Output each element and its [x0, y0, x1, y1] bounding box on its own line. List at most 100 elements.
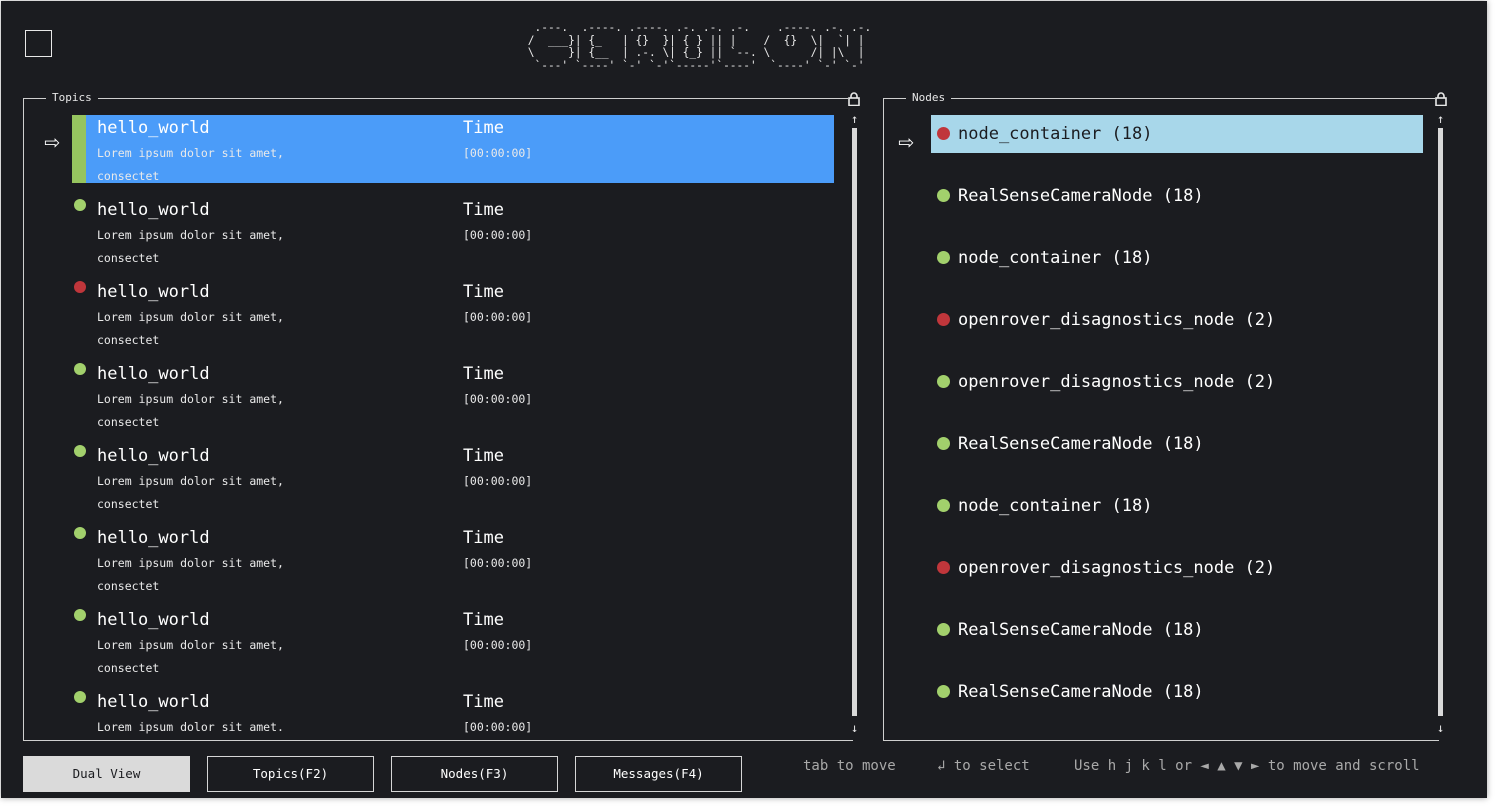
node-list-item[interactable]: RealSenseCameraNode (18)	[931, 673, 1423, 711]
status-dot-icon	[74, 199, 86, 211]
topic-list-item[interactable]: hello_world Lorem ipsum dolor sit amet, c…	[72, 115, 834, 183]
topic-time-value: [00:00:00]	[463, 228, 533, 242]
node-list-item[interactable]: openrover_disagnostics_node (2)	[931, 363, 1423, 401]
status-dot-icon	[937, 375, 950, 388]
topic-list-item[interactable]: hello_world Lorem ipsum dolor sit amet, c…	[72, 279, 834, 347]
scroll-down-icon[interactable]: ↓	[851, 722, 858, 734]
right-arrow-icon: ⇨	[44, 127, 60, 157]
topic-time-value: [00:00:00]	[463, 638, 533, 652]
topic-time-value: [00:00:00]	[463, 556, 533, 570]
lock-icon[interactable]	[848, 91, 860, 107]
topic-name: hello_world	[97, 282, 210, 302]
nodes-panel: Nodes ↑ ↓ ⇨ node_container (18) RealSense…	[883, 91, 1447, 741]
topic-time-label: Time	[463, 610, 504, 630]
node-label: RealSenseCameraNode (18)	[958, 434, 1204, 454]
status-dot-icon	[74, 609, 86, 621]
status-dot-icon	[74, 363, 86, 375]
tab-dual-view[interactable]: Dual View	[23, 756, 190, 792]
node-label: RealSenseCameraNode (18)	[958, 186, 1204, 206]
topic-time-label: Time	[463, 446, 504, 466]
lock-icon[interactable]	[1435, 91, 1447, 107]
node-label: openrover_disagnostics_node (2)	[958, 310, 1276, 330]
scroll-up-icon[interactable]: ↑	[1437, 113, 1444, 125]
topics-scrollbar[interactable]	[852, 128, 857, 716]
topic-list-item[interactable]: hello_world Lorem ipsum dolor sit amet, c…	[72, 361, 834, 429]
scroll-down-icon[interactable]: ↓	[1437, 722, 1444, 734]
topics-panel-title: Topics	[46, 91, 98, 105]
node-label: openrover_disagnostics_node (2)	[958, 372, 1276, 392]
node-list-item[interactable]: node_container (18)	[931, 487, 1423, 525]
node-label: RealSenseCameraNode (18)	[958, 682, 1204, 702]
nodes-scrollbar[interactable]	[1438, 128, 1443, 716]
topic-description: Lorem ipsum dolor sit amet, consectet	[97, 392, 284, 429]
status-dot-icon	[937, 251, 950, 264]
node-label: node_container (18)	[958, 124, 1153, 144]
topic-name: hello_world	[97, 446, 210, 466]
node-label: openrover_disagnostics_node (2)	[958, 558, 1276, 578]
topic-name: hello_world	[97, 364, 210, 384]
status-dot-icon	[937, 623, 950, 636]
topic-name: hello_world	[97, 118, 210, 138]
topic-time-value: [00:00:00]	[463, 474, 533, 488]
topic-name: hello_world	[97, 692, 210, 712]
topic-description: Lorem ipsum dolor sit amet, consectet	[97, 638, 284, 675]
node-list-item[interactable]: RealSenseCameraNode (18)	[931, 611, 1423, 649]
status-dot-icon	[937, 685, 950, 698]
topic-time-label: Time	[463, 528, 504, 548]
topic-description: Lorem ipsum dolor sit amet, consectet	[97, 556, 284, 593]
tab-nodes[interactable]: Nodes(F3)	[391, 756, 558, 792]
node-label: node_container (18)	[958, 248, 1153, 268]
topic-time-label: Time	[463, 200, 504, 220]
nodes-panel-title: Nodes	[906, 91, 952, 105]
topic-time-label: Time	[463, 118, 504, 138]
tab-topics[interactable]: Topics(F2)	[207, 756, 374, 792]
topic-list-item[interactable]: hello_world Lorem ipsum dolor sit amet, c…	[72, 443, 834, 511]
topic-list-item[interactable]: hello_world Lorem ipsum dolor sit amet, c…	[72, 525, 834, 593]
topic-description: Lorem ipsum dolor sit amet, consectet	[97, 228, 284, 265]
topic-name: hello_world	[97, 200, 210, 220]
topic-list-item[interactable]: hello_world Lorem ipsum dolor sit amet. Ti…	[72, 689, 834, 757]
app-window: .---. .----. .----. .-. .-. .-. .----. .…	[1, 1, 1487, 798]
topic-description: Lorem ipsum dolor sit amet.	[97, 720, 284, 734]
node-list-item[interactable]: node_container (18)	[931, 115, 1423, 153]
node-list-item[interactable]: node_container (18)	[931, 239, 1423, 277]
window-toggle-box[interactable]	[25, 30, 52, 57]
hint-move-and-scroll: Use h j k l or ◄ ▲ ▼ ► to move and scrol…	[1074, 758, 1420, 774]
topic-time-label: Time	[463, 282, 504, 302]
status-dot-icon	[937, 189, 950, 202]
topics-panel: Topics ↑ ↓ ⇨ hello_world Lorem ipsum dolo…	[23, 91, 860, 741]
status-dot-icon	[937, 499, 950, 512]
topic-list-item[interactable]: hello_world Lorem ipsum dolor sit amet, c…	[72, 197, 834, 265]
hint-tab-to-move: tab to move	[803, 758, 896, 774]
status-dot-icon	[74, 691, 86, 703]
right-arrow-icon: ⇨	[898, 127, 914, 157]
status-dot-icon	[74, 527, 86, 539]
status-dot-icon	[937, 313, 950, 326]
topic-list-item[interactable]: hello_world Lorem ipsum dolor sit amet, c…	[72, 607, 834, 675]
scroll-up-icon[interactable]: ↑	[851, 113, 858, 125]
topic-description: Lorem ipsum dolor sit amet, consectet	[97, 146, 284, 183]
node-list-item[interactable]: openrover_disagnostics_node (2)	[931, 549, 1423, 587]
app-logo: .---. .----. .----. .-. .-. .-. .----. .…	[527, 21, 872, 72]
topic-time-label: Time	[463, 692, 504, 712]
status-dot-icon	[74, 281, 86, 293]
topic-name: hello_world	[97, 610, 210, 630]
topic-time-value: [00:00:00]	[463, 392, 533, 406]
topic-time-value: [00:00:00]	[463, 720, 533, 734]
node-label: RealSenseCameraNode (18)	[958, 620, 1204, 640]
tab-messages[interactable]: Messages(F4)	[575, 756, 742, 792]
topic-name: hello_world	[97, 528, 210, 548]
node-label: node_container (18)	[958, 496, 1153, 516]
topic-time-label: Time	[463, 364, 504, 384]
node-list-item[interactable]: openrover_disagnostics_node (2)	[931, 301, 1423, 339]
topic-description: Lorem ipsum dolor sit amet, consectet	[97, 474, 284, 511]
status-dot-icon	[937, 561, 950, 574]
node-list-item[interactable]: RealSenseCameraNode (18)	[931, 177, 1423, 215]
node-list-item[interactable]: RealSenseCameraNode (18)	[931, 425, 1423, 463]
topic-time-value: [00:00:00]	[463, 310, 533, 324]
status-dot-icon	[937, 127, 950, 140]
status-dot-icon	[937, 437, 950, 450]
selection-bar	[72, 115, 86, 183]
topic-description: Lorem ipsum dolor sit amet, consectet	[97, 310, 284, 347]
hint-select: ↲ to select	[937, 758, 1030, 774]
